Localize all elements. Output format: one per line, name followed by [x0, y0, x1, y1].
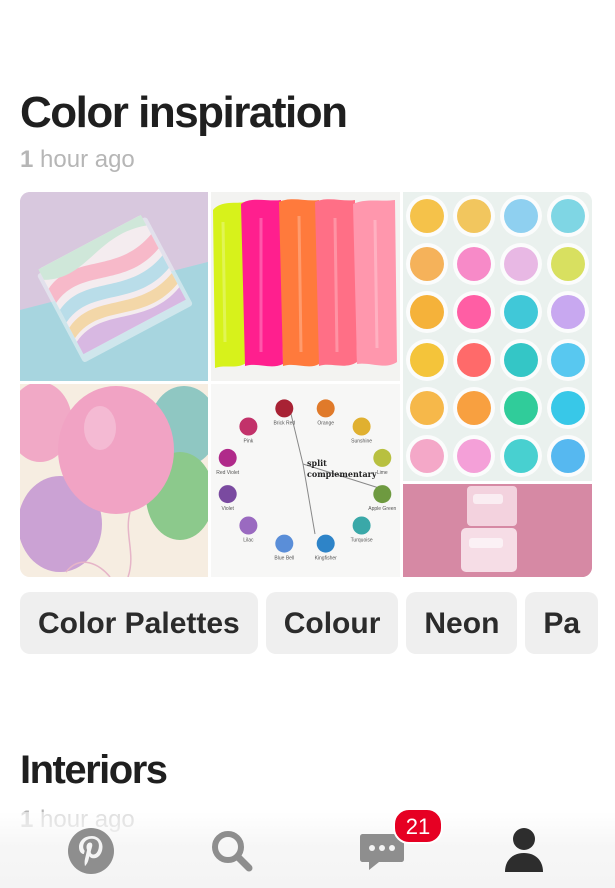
yarn-label: Lime: [377, 470, 388, 476]
tab-search[interactable]: [192, 826, 272, 882]
paint-pan: [410, 199, 444, 233]
paint-pan: [410, 391, 444, 425]
pinterest-logo-icon: [68, 828, 114, 874]
yarn-label: Sunshine: [351, 439, 372, 445]
yarn-ball: [373, 485, 392, 504]
yarn-ball: [218, 485, 237, 504]
related-topics-row[interactable]: Color Palettes Colour Neon Pa: [20, 592, 615, 654]
yarn-label: Red Violet: [216, 470, 240, 476]
paint-pan: [457, 199, 491, 233]
yarn-label: Apple Green: [368, 506, 396, 512]
person-icon: [505, 828, 543, 872]
paint-pan: [504, 391, 538, 425]
paint-pan: [551, 439, 585, 473]
yarn-label: Blue Bell: [274, 556, 294, 562]
svg-text:split: split: [307, 458, 327, 468]
paint-pan: [457, 295, 491, 329]
board-cover-grid[interactable]: split complementary Pink Brick Red Orange S…: [20, 192, 592, 577]
yarn-label: Lilac: [243, 538, 254, 544]
yarn-label: Pink: [244, 439, 254, 445]
paint-pan: [551, 247, 585, 281]
svg-text:complementary: complementary: [307, 469, 377, 479]
tab-profile[interactable]: [484, 826, 564, 882]
neon-paint-strokes-image[interactable]: [211, 192, 400, 381]
bottom-tab-bar: [0, 812, 615, 888]
paint-pan: [504, 343, 538, 377]
paint-pan: [504, 295, 538, 329]
yarn-label: Kingfisher: [315, 556, 338, 562]
board-timestamp: 1 hour ago: [20, 146, 135, 173]
search-icon: [212, 831, 253, 872]
paint-pan: [410, 295, 444, 329]
yarn-ball: [373, 448, 392, 467]
yarn-label: Orange: [317, 420, 334, 426]
chip-partial[interactable]: Pa: [525, 592, 599, 654]
marbled-acrylic-image[interactable]: [20, 192, 208, 381]
pastel-balloons-image[interactable]: [20, 384, 208, 577]
chip-color-palettes[interactable]: Color Palettes: [20, 592, 258, 654]
yarn-ball: [239, 516, 258, 535]
paint-pan: [551, 199, 585, 233]
yarn-label: Brick Red: [273, 420, 295, 426]
tab-home[interactable]: [51, 826, 131, 882]
paint-pan: [504, 199, 538, 233]
yarn-ball: [275, 399, 294, 418]
paint-pan: [551, 343, 585, 377]
paint-pan: [551, 295, 585, 329]
next-board-title[interactable]: Interiors: [20, 748, 168, 793]
yarn-label: Turquoise: [351, 538, 373, 544]
chip-colour[interactable]: Colour: [265, 592, 399, 654]
watercolor-pans-image[interactable]: [403, 192, 592, 481]
yarn-ball: [316, 534, 335, 553]
messages-badge: 21: [393, 808, 443, 844]
paint-pan: [504, 247, 538, 281]
yarn-ball: [352, 516, 371, 535]
paint-pan: [457, 247, 491, 281]
paint-pan: [410, 343, 444, 377]
paint-pan: [410, 247, 444, 281]
paint-pan: [457, 343, 491, 377]
yarn-ball: [218, 448, 237, 467]
paint-pan: [457, 439, 491, 473]
chip-neon[interactable]: Neon: [406, 592, 518, 654]
yarn-label: Violet: [221, 506, 234, 512]
yarn-color-wheel-image[interactable]: split complementary Pink Brick Red Orange S…: [211, 384, 400, 577]
yarn-ball: [239, 417, 258, 436]
paint-pan: [457, 391, 491, 425]
paint-pan: [551, 391, 585, 425]
yarn-ball: [352, 417, 371, 436]
yarn-ball: [316, 399, 335, 418]
paint-pan: [410, 439, 444, 473]
paint-pan: [504, 439, 538, 473]
pink-ice-cubes-image[interactable]: [403, 484, 592, 577]
board-title[interactable]: Color inspiration: [20, 88, 348, 138]
yarn-ball: [275, 534, 294, 553]
